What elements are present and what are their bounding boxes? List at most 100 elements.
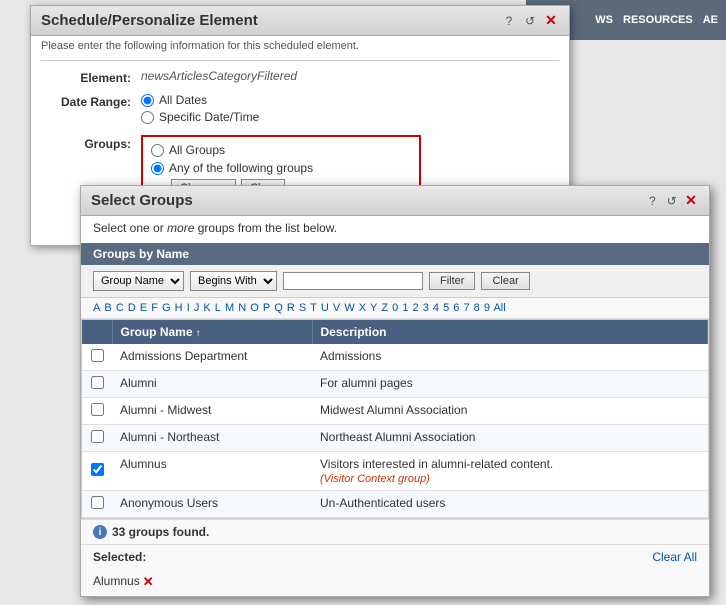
- groups-help-icon[interactable]: ?: [644, 193, 660, 209]
- alpha-z[interactable]: Z: [381, 302, 388, 314]
- alpha-6[interactable]: 6: [453, 302, 459, 314]
- clear-all-link[interactable]: Clear All: [652, 550, 697, 564]
- alpha-0[interactable]: 0: [392, 302, 398, 314]
- all-dates-radio[interactable]: [141, 94, 154, 107]
- alpha-1[interactable]: 1: [402, 302, 408, 314]
- row-checkbox[interactable]: [91, 463, 104, 476]
- date-range-label: Date Range:: [41, 93, 141, 109]
- alpha-8[interactable]: 8: [474, 302, 480, 314]
- alpha-g[interactable]: G: [162, 302, 171, 314]
- row-name-cell: Alumni: [112, 371, 312, 398]
- row-checkbox[interactable]: [91, 430, 104, 443]
- alpha-t[interactable]: T: [310, 302, 317, 314]
- groups-table-container: Group Name↑ Description Admissions Depar…: [81, 319, 709, 519]
- schedule-title: Schedule/Personalize Element: [41, 12, 258, 29]
- date-range-row: Date Range: All Dates Specific Date/Time: [41, 93, 559, 127]
- alpha-e[interactable]: E: [140, 302, 147, 314]
- alpha-2[interactable]: 2: [413, 302, 419, 314]
- alpha-v[interactable]: V: [333, 302, 340, 314]
- alpha-s[interactable]: S: [299, 302, 306, 314]
- filter-search-input[interactable]: [283, 272, 423, 290]
- alpha-7[interactable]: 7: [463, 302, 469, 314]
- groups-table-body: Admissions Department Admissions Alumni …: [82, 344, 708, 519]
- alpha-c[interactable]: C: [116, 302, 124, 314]
- groups-by-name-header: Groups by Name: [81, 243, 709, 265]
- schedule-title-icons: ? ↺ ✕: [501, 13, 559, 29]
- selected-item-name: Alumnus: [93, 574, 140, 588]
- all-groups-row: All Groups: [151, 143, 411, 157]
- alpha-a[interactable]: A: [93, 302, 100, 314]
- groups-dialog: Select Groups ? ↺ ✕ Select one or more g…: [80, 185, 710, 597]
- any-groups-radio[interactable]: [151, 162, 164, 175]
- groups-label: Groups:: [41, 135, 141, 151]
- alpha-b[interactable]: B: [104, 302, 111, 314]
- alpha-w[interactable]: W: [344, 302, 354, 314]
- nav-ws: WS: [595, 14, 613, 26]
- col-header-description[interactable]: Description: [312, 320, 708, 344]
- schedule-refresh-icon[interactable]: ↺: [522, 13, 538, 29]
- row-checkbox-cell: [82, 425, 112, 452]
- alpha-n[interactable]: N: [238, 302, 246, 314]
- alpha-l[interactable]: L: [215, 302, 221, 314]
- groups-refresh-icon[interactable]: ↺: [664, 193, 680, 209]
- table-row: Alumni For alumni pages: [82, 371, 708, 398]
- groups-title-bar: Select Groups ? ↺ ✕: [81, 186, 709, 216]
- row-checkbox-cell: [82, 452, 112, 491]
- alpha-h[interactable]: H: [175, 302, 183, 314]
- subtitle-em: more: [167, 221, 194, 235]
- row-checkbox[interactable]: [91, 376, 104, 389]
- alpha-u[interactable]: U: [321, 302, 329, 314]
- alpha-x[interactable]: X: [359, 302, 366, 314]
- row-checkbox[interactable]: [91, 349, 104, 362]
- alpha-all[interactable]: All: [493, 302, 505, 314]
- filter-clear-button[interactable]: Clear: [481, 272, 529, 290]
- table-row: Alumnus Visitors interested in alumni-re…: [82, 452, 708, 491]
- row-checkbox-cell: [82, 344, 112, 371]
- visitor-context-label: (Visitor Context group): [320, 473, 430, 485]
- alpha-y[interactable]: Y: [370, 302, 377, 314]
- selected-label: Selected:: [93, 550, 146, 564]
- schedule-close-icon[interactable]: ✕: [543, 13, 559, 29]
- alpha-p[interactable]: P: [263, 302, 270, 314]
- element-label: Element:: [41, 69, 141, 85]
- element-row: Element: newsArticlesCategoryFiltered: [41, 69, 559, 85]
- all-groups-radio[interactable]: [151, 144, 164, 157]
- groups-table-header-row: Group Name↑ Description: [82, 320, 708, 344]
- alpha-j[interactable]: J: [194, 302, 200, 314]
- alpha-k[interactable]: K: [203, 302, 210, 314]
- row-desc-cell: Northeast Alumni Association: [312, 425, 708, 452]
- row-checkbox[interactable]: [91, 403, 104, 416]
- row-name-cell: Alumnus: [112, 452, 312, 491]
- table-row: Alumni - Midwest Midwest Alumni Associat…: [82, 398, 708, 425]
- alpha-5[interactable]: 5: [443, 302, 449, 314]
- element-value: newsArticlesCategoryFiltered: [141, 69, 559, 83]
- selected-bar: Selected: Clear All: [81, 544, 709, 569]
- alpha-i[interactable]: I: [187, 302, 190, 314]
- filter-condition-select[interactable]: Begins With Contains Ends With: [190, 271, 277, 291]
- alpha-r[interactable]: R: [287, 302, 295, 314]
- specific-date-radio[interactable]: [141, 111, 154, 124]
- remove-alumnus-button[interactable]: ✕: [143, 575, 154, 588]
- alpha-d[interactable]: D: [128, 302, 136, 314]
- sort-arrow-name: ↑: [196, 328, 201, 339]
- schedule-help-icon[interactable]: ?: [501, 13, 517, 29]
- alpha-q[interactable]: Q: [274, 302, 283, 314]
- filter-button[interactable]: Filter: [429, 272, 475, 290]
- element-name-value: newsArticlesCategoryFiltered: [141, 69, 297, 83]
- filter-field-select[interactable]: Group Name: [93, 271, 184, 291]
- alpha-o[interactable]: O: [250, 302, 259, 314]
- status-bar: i 33 groups found.: [81, 519, 709, 544]
- row-checkbox[interactable]: [91, 496, 104, 509]
- any-groups-label: Any of the following groups: [169, 161, 313, 175]
- schedule-divider: [41, 60, 559, 61]
- alpha-4[interactable]: 4: [433, 302, 439, 314]
- alpha-f[interactable]: F: [151, 302, 158, 314]
- all-dates-label: All Dates: [159, 93, 207, 107]
- row-checkbox-cell: [82, 398, 112, 425]
- alpha-3[interactable]: 3: [423, 302, 429, 314]
- col-header-name[interactable]: Group Name↑: [112, 320, 312, 344]
- table-row: Alumni - Northeast Northeast Alumni Asso…: [82, 425, 708, 452]
- alpha-m[interactable]: M: [225, 302, 234, 314]
- groups-close-icon[interactable]: ✕: [683, 192, 699, 208]
- alpha-9[interactable]: 9: [484, 302, 490, 314]
